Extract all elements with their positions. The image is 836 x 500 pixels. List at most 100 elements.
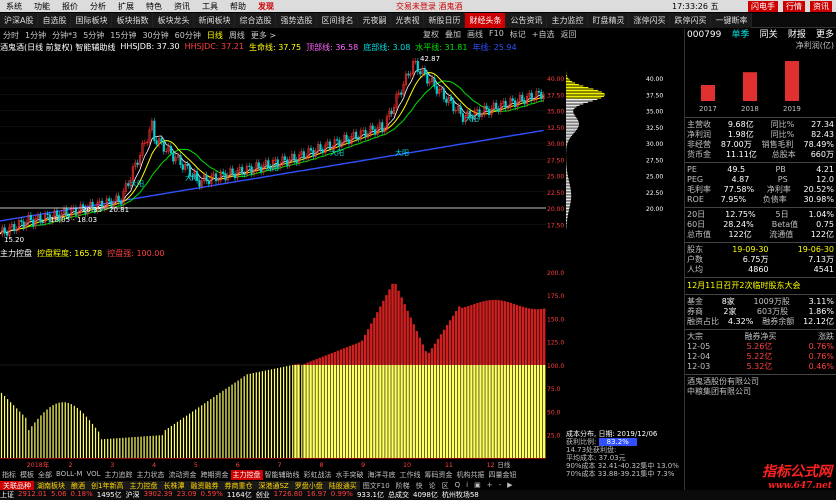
indicator-tab[interactable]: 主力追踪 [103, 470, 135, 480]
menu-news[interactable]: 资讯 [168, 1, 196, 12]
indicator-bar [46, 409, 48, 458]
indicator-bar-strong [448, 320, 452, 365]
menu-function[interactable]: 功能 [28, 1, 56, 12]
indicator-tab[interactable]: BOLL-M [54, 470, 84, 480]
event-notice[interactable]: 12月11日召开2次临时股东大会 [685, 280, 836, 292]
indicator-tab[interactable]: 主力控盘 [230, 470, 263, 480]
indicator-tab[interactable]: 跨期资金 [199, 470, 231, 480]
indicator-bar [161, 435, 163, 458]
indicator-tab[interactable]: 智能辅助线 [263, 470, 302, 480]
tab-13[interactable]: 公告资讯 [506, 13, 548, 28]
tab-5[interactable]: 新闻板块 [194, 13, 236, 28]
tab-12[interactable]: 财经头条 [465, 13, 507, 28]
indicator-tab[interactable]: 彩虹战法 [302, 470, 334, 480]
login-status[interactable]: 交易未登录 酒鬼酒 [396, 1, 463, 12]
indicator-tab[interactable]: 指标 [0, 470, 18, 480]
quote-tab[interactable]: 单季 [732, 29, 750, 41]
chart-tool-button[interactable]: 画线 [464, 29, 486, 40]
chips-line: 90%成本 32.41-40.32集中 13.0% [566, 462, 679, 470]
period-tab[interactable]: 15分钟 [107, 30, 139, 41]
chip-distribution: 40.00 37.50 35.00 32.50 30.00 27.50 25.00 22.50… [566, 58, 663, 229]
chart-tool-button[interactable]: 复权 [420, 29, 442, 40]
indicator-tab[interactable]: 筹码资金 [423, 470, 455, 480]
tab-8[interactable]: 区间排名 [317, 13, 359, 28]
menu-analysis[interactable]: 分析 [84, 1, 112, 12]
tab-10[interactable]: 光表视 [391, 13, 425, 28]
flow-row[interactable]: 12-04 5.22亿 0.76% [685, 352, 836, 362]
indicator-tab[interactable]: 四量金钮 [487, 470, 519, 480]
tab-1[interactable]: 自选股 [38, 13, 72, 28]
menu-quote[interactable]: 报价 [56, 1, 84, 12]
period-tab[interactable]: 1分钟 [22, 30, 49, 41]
period-tab[interactable]: 60分钟 [172, 30, 204, 41]
candlestick-chart[interactable]: 42.8715.2020.35 - 20.8118.05 - 18.03大阳大阳… [0, 52, 546, 247]
period-tab[interactable]: 周线 [226, 30, 248, 41]
indicator-tab[interactable]: 水手突破 [334, 470, 366, 480]
menu-system[interactable]: 系统 [0, 1, 28, 12]
menu-discover[interactable]: 发现 [252, 1, 280, 12]
chart-toolbar-right: 复权 叠加 画线 F10 标记 +自选 返回 [420, 29, 579, 40]
indicator-tab[interactable]: 主力状态 [135, 470, 167, 480]
candle-body [485, 105, 488, 110]
indicator-bar-strong [324, 355, 327, 365]
menu-extend[interactable]: 扩展 [112, 1, 140, 12]
tab-17[interactable]: 跌停闪买 [670, 13, 712, 28]
tab-9[interactable]: 元夜嗣 [358, 13, 392, 28]
chart-tool-button[interactable]: 叠加 [442, 29, 464, 40]
tab-7[interactable]: 强势选股 [276, 13, 318, 28]
period-tab[interactable]: 更多 > [248, 30, 279, 41]
quote-tab[interactable]: 财报 [788, 29, 806, 41]
tab-11[interactable]: 新股日历 [424, 13, 466, 28]
indicator-tab[interactable]: VOL [84, 470, 102, 480]
quote-tab[interactable]: 更多 [816, 29, 834, 41]
period-tab[interactable]: 5分钟 [80, 30, 107, 41]
tab-16[interactable]: 涨停闪买 [629, 13, 671, 28]
tab-2[interactable]: 国际板块 [71, 13, 113, 28]
indicator-bar [101, 439, 103, 458]
tab-4[interactable]: 板块龙头 [153, 13, 195, 28]
indicator-bar [482, 364, 485, 458]
indicator-bar [527, 364, 531, 458]
menu-tools[interactable]: 工具 [196, 1, 224, 12]
candle-body [248, 165, 251, 167]
candle-body [3, 227, 6, 234]
period-tab[interactable]: 分时 [0, 30, 22, 41]
chart-tool-button[interactable]: F10 [486, 29, 507, 40]
menu-special[interactable]: 特色 [140, 1, 168, 12]
company-row: 中粮集团有限公司 [685, 387, 836, 397]
indicator-bar-strong [485, 300, 488, 365]
control-indicator-chart[interactable] [0, 258, 546, 458]
tab-14[interactable]: 主力监控 [547, 13, 589, 28]
chart-tool-button[interactable]: +自选 [529, 29, 558, 40]
tab-15[interactable]: 盯盘精灵 [588, 13, 630, 28]
tab-18[interactable]: 一键断率 [711, 13, 753, 28]
indicator-tab[interactable]: 海洋寻底 [366, 470, 398, 480]
period-tab[interactable]: 30分钟 [139, 30, 171, 41]
indicator-bar [225, 388, 227, 458]
tab-0[interactable]: 沪深A股 [0, 13, 39, 28]
indicator-bar [182, 417, 185, 458]
price-tick: 35.00 [547, 109, 564, 116]
indicator-bar-strong [473, 304, 476, 365]
menu-help[interactable]: 帮助 [224, 1, 252, 12]
flow-row[interactable]: 12-03 5.32亿 0.46% [685, 362, 836, 372]
indicator-tab[interactable]: 工作线 [398, 470, 423, 480]
quote-button[interactable]: 行情 [783, 0, 805, 12]
indicator-tab[interactable]: 模板 [18, 470, 36, 480]
news-ticker[interactable]: 上证 2912.01 5.06 0.18% 1495亿 沪深 3902.39 23.09 0.5… [0, 490, 836, 500]
chart-tool-button[interactable]: 标记 [507, 29, 529, 40]
flash-trade-button[interactable]: 闪电手 [748, 0, 778, 12]
indicator-bar [188, 413, 191, 458]
news-button[interactable]: 资讯 [810, 0, 832, 12]
indicator-tab[interactable]: 全部 [36, 470, 54, 480]
indicator-tab[interactable]: 机构共振 [455, 470, 487, 480]
quote-tab[interactable]: 同关 [760, 29, 778, 41]
flow-row[interactable]: 12-05 5.26亿 0.76% [685, 342, 836, 352]
tab-6[interactable]: 综合选股 [235, 13, 277, 28]
period-tab[interactable]: 日线 [204, 30, 226, 41]
indicator-bar [491, 364, 494, 458]
indicator-tab[interactable]: 流动资金 [167, 470, 199, 480]
tab-3[interactable]: 板块指数 [112, 13, 154, 28]
period-tab[interactable]: 分钟*3 [49, 30, 80, 41]
date-tick: 7 [278, 462, 282, 469]
